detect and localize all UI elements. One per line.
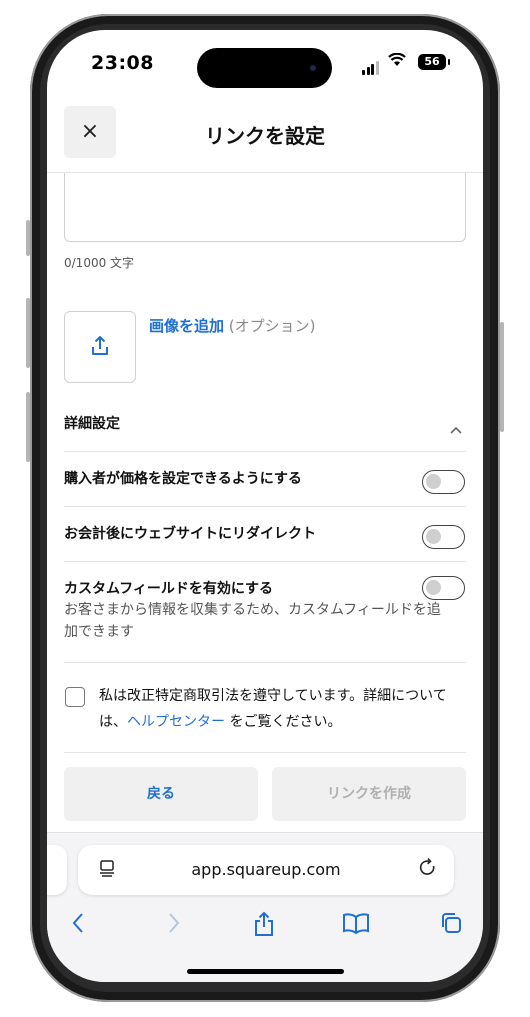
upload-icon [92,336,108,355]
divider [64,662,466,663]
divider [64,506,466,507]
back-icon[interactable] [71,911,85,941]
create-link-button[interactable]: リンクを作成 [272,767,466,821]
description-textarea[interactable] [64,173,466,242]
modal-header: × リンクを設定 [47,106,483,162]
previous-tab-peek[interactable] [47,845,67,895]
toggle-knob [426,474,441,489]
volume-up-button [26,298,30,368]
redirect-toggle[interactable] [422,525,465,549]
camera-dot [310,65,316,71]
reload-icon[interactable] [418,857,438,884]
forward-icon[interactable] [167,911,181,941]
consent-checkbox[interactable] [65,687,85,707]
status-bar: 23:08 56 [47,30,483,100]
address-bar[interactable]: app.squareup.com [78,845,454,895]
home-indicator [187,969,344,974]
divider [64,451,466,452]
help-center-link[interactable]: ヘルプセンター [127,714,225,730]
divider [64,561,466,562]
browser-chrome: app.squareup.com [47,832,483,982]
battery-cap [448,59,450,65]
url-text: app.squareup.com [191,860,341,879]
custom-fields-toggle[interactable] [422,576,465,600]
share-icon[interactable] [253,911,275,943]
status-time: 23:08 [91,52,154,74]
character-counter: 0/1000 文字 [64,256,135,270]
page-title: リンクを設定 [205,124,325,148]
set-price-toggle[interactable] [422,470,465,494]
toggle-row-description: お客さまから情報を収集するため、カスタムフィールドを追加できます [64,602,441,640]
tabs-icon[interactable] [439,911,463,941]
divider [64,752,466,753]
toggle-row-label: お会計後にウェブサイトにリダイレクト [64,526,316,542]
power-button [500,322,504,432]
toggle-row-label: カスタムフィールドを有効にする [64,581,274,597]
image-upload-button[interactable] [64,311,136,383]
screen: 23:08 56 × リンクを設定 0/1000 文字 画像を追加 (オプション… [47,30,483,982]
chevron-up-icon[interactable] [449,423,463,439]
back-button[interactable]: 戻る [64,767,258,821]
side-button [26,220,30,256]
consent-text: 私は改正特定商取引法を遵守しています。詳細については、ヘルプセンター をご覧くだ… [99,683,474,735]
optional-label: (オプション) [224,317,316,335]
add-image-link[interactable]: 画像を追加 [149,317,224,335]
toggle-row-label: 購入者が価格を設定できるようにする [64,471,302,487]
consent-text-after: をご覧ください。 [225,714,342,730]
details-section-title: 詳細設定 [64,416,120,432]
dynamic-island [197,48,332,88]
toggle-knob [426,529,441,544]
volume-down-button [26,392,30,462]
add-image-label: 画像を追加 (オプション) [149,315,316,336]
cellular-signal-icon [362,56,380,75]
toggle-knob [426,580,441,595]
battery-icon: 56 [418,54,446,70]
bookmarks-icon[interactable] [342,911,370,941]
wifi-icon [388,52,406,71]
